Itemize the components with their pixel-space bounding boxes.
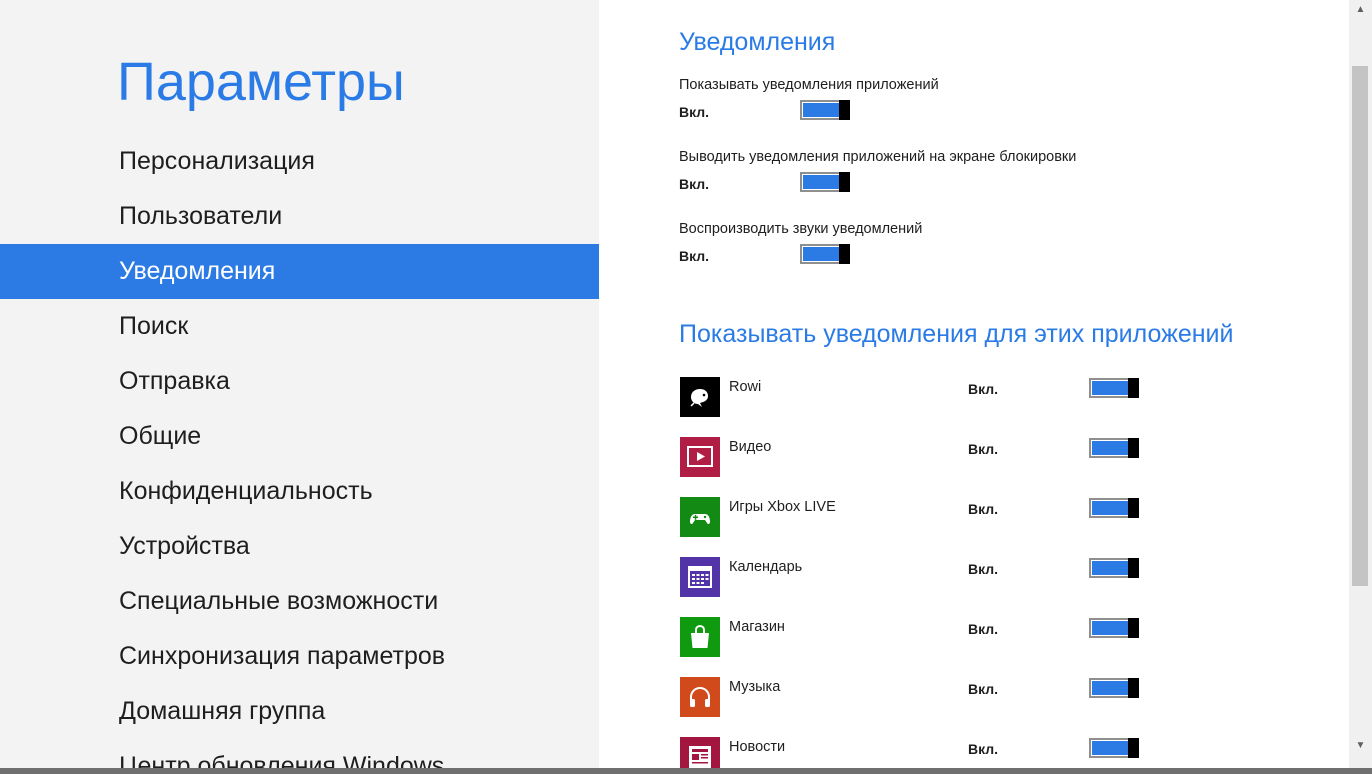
app-name-store: Магазин xyxy=(729,619,785,635)
app-name-music: Музыка xyxy=(729,679,781,695)
settings-sidebar: Параметры Персонализация Пользователи Ув… xyxy=(0,0,599,774)
calendar-icon xyxy=(680,557,720,597)
sidebar-item-sync-settings[interactable]: Синхронизация параметров xyxy=(0,629,599,684)
toggle-knob xyxy=(1128,678,1139,698)
sidebar-item-label: Общие xyxy=(119,422,202,450)
apps-heading: Показывать уведомления для этих приложен… xyxy=(679,320,1234,348)
app-state: Вкл. xyxy=(968,741,999,757)
sidebar-item-homegroup[interactable]: Домашняя группа xyxy=(0,684,599,739)
toggle-app-xbox-games[interactable] xyxy=(1089,498,1139,518)
toggle-app-rowi[interactable] xyxy=(1089,378,1139,398)
setting-label-notification-sounds: Воспроизводить звуки уведомлений xyxy=(679,221,923,237)
window-bottom-border xyxy=(0,768,1372,774)
toggle-knob xyxy=(1128,558,1139,578)
app-name-video: Видео xyxy=(729,439,772,455)
toggle-knob xyxy=(839,172,850,192)
sidebar-item-label: Специальные возможности xyxy=(119,587,439,615)
toggle-knob xyxy=(1128,738,1139,758)
sidebar-item-label: Пользователи xyxy=(119,202,283,230)
toggle-knob xyxy=(1128,438,1139,458)
app-state: Вкл. xyxy=(968,621,999,637)
setting-label-show-app-notifications: Показывать уведомления приложений xyxy=(679,77,939,93)
page-title: Параметры xyxy=(117,52,405,112)
app-state: Вкл. xyxy=(968,501,999,517)
toggle-app-music[interactable] xyxy=(1089,678,1139,698)
sidebar-item-label: Конфиденциальность xyxy=(119,477,373,505)
sidebar-item-share[interactable]: Отправка xyxy=(0,354,599,409)
notifications-panel: Уведомления Показывать уведомления прило… xyxy=(600,0,1349,774)
notifications-heading: Уведомления xyxy=(679,28,836,56)
sidebar-item-notifications[interactable]: Уведомления xyxy=(0,244,599,299)
toggle-app-store[interactable] xyxy=(1089,618,1139,638)
toggle-notification-sounds[interactable] xyxy=(800,244,850,264)
toggle-knob xyxy=(1128,498,1139,518)
app-name-news: Новости xyxy=(729,739,786,755)
toggle-app-news[interactable] xyxy=(1089,738,1139,758)
sidebar-item-privacy[interactable]: Конфиденциальность xyxy=(0,464,599,519)
sidebar-item-general[interactable]: Общие xyxy=(0,409,599,464)
sidebar-item-label: Домашняя группа xyxy=(119,697,326,725)
scrollbar-thumb[interactable] xyxy=(1352,66,1368,586)
scroll-down-arrow-icon[interactable]: ▼ xyxy=(1349,736,1372,756)
gamepad-icon xyxy=(680,497,720,537)
app-state: Вкл. xyxy=(968,681,999,697)
sidebar-item-label: Персонализация xyxy=(119,147,315,175)
sidebar-item-users[interactable]: Пользователи xyxy=(0,189,599,244)
toggle-knob xyxy=(839,244,850,264)
sidebar-item-search[interactable]: Поиск xyxy=(0,299,599,354)
sidebar-item-devices[interactable]: Устройства xyxy=(0,519,599,574)
sidebar-item-accessibility[interactable]: Специальные возможности xyxy=(0,574,599,629)
toggle-knob xyxy=(1128,618,1139,638)
app-state: Вкл. xyxy=(968,381,999,397)
toggle-lock-screen-notifications[interactable] xyxy=(800,172,850,192)
toggle-app-video[interactable] xyxy=(1089,438,1139,458)
sidebar-item-label: Синхронизация параметров xyxy=(119,642,446,670)
sidebar-item-personalization[interactable]: Персонализация xyxy=(0,134,599,189)
setting-state: Вкл. xyxy=(679,176,710,192)
setting-state: Вкл. xyxy=(679,104,710,120)
app-state: Вкл. xyxy=(968,441,999,457)
sidebar-item-label: Устройства xyxy=(119,532,250,560)
toggle-app-calendar[interactable] xyxy=(1089,558,1139,578)
shopping-bag-icon xyxy=(680,617,720,657)
sidebar-item-label: Уведомления xyxy=(119,257,276,285)
app-name-calendar: Календарь xyxy=(729,559,803,575)
sidebar-item-label: Отправка xyxy=(119,367,230,395)
sidebar-item-label: Поиск xyxy=(119,312,189,340)
toggle-knob xyxy=(839,100,850,120)
scroll-up-arrow-icon[interactable]: ▲ xyxy=(1349,0,1372,20)
app-name-xbox-games: Игры Xbox LIVE xyxy=(729,499,836,515)
setting-state: Вкл. xyxy=(679,248,710,264)
video-icon xyxy=(680,437,720,477)
app-name-rowi: Rowi xyxy=(729,379,762,395)
toggle-knob xyxy=(1128,378,1139,398)
setting-label-lock-screen-notifications: Выводить уведомления приложений на экран… xyxy=(679,149,1077,165)
app-state: Вкл. xyxy=(968,561,999,577)
vertical-scrollbar[interactable]: ▲ ▼ xyxy=(1349,0,1372,774)
toggle-show-app-notifications[interactable] xyxy=(800,100,850,120)
headphones-icon xyxy=(680,677,720,717)
rowi-bird-icon xyxy=(680,377,720,417)
